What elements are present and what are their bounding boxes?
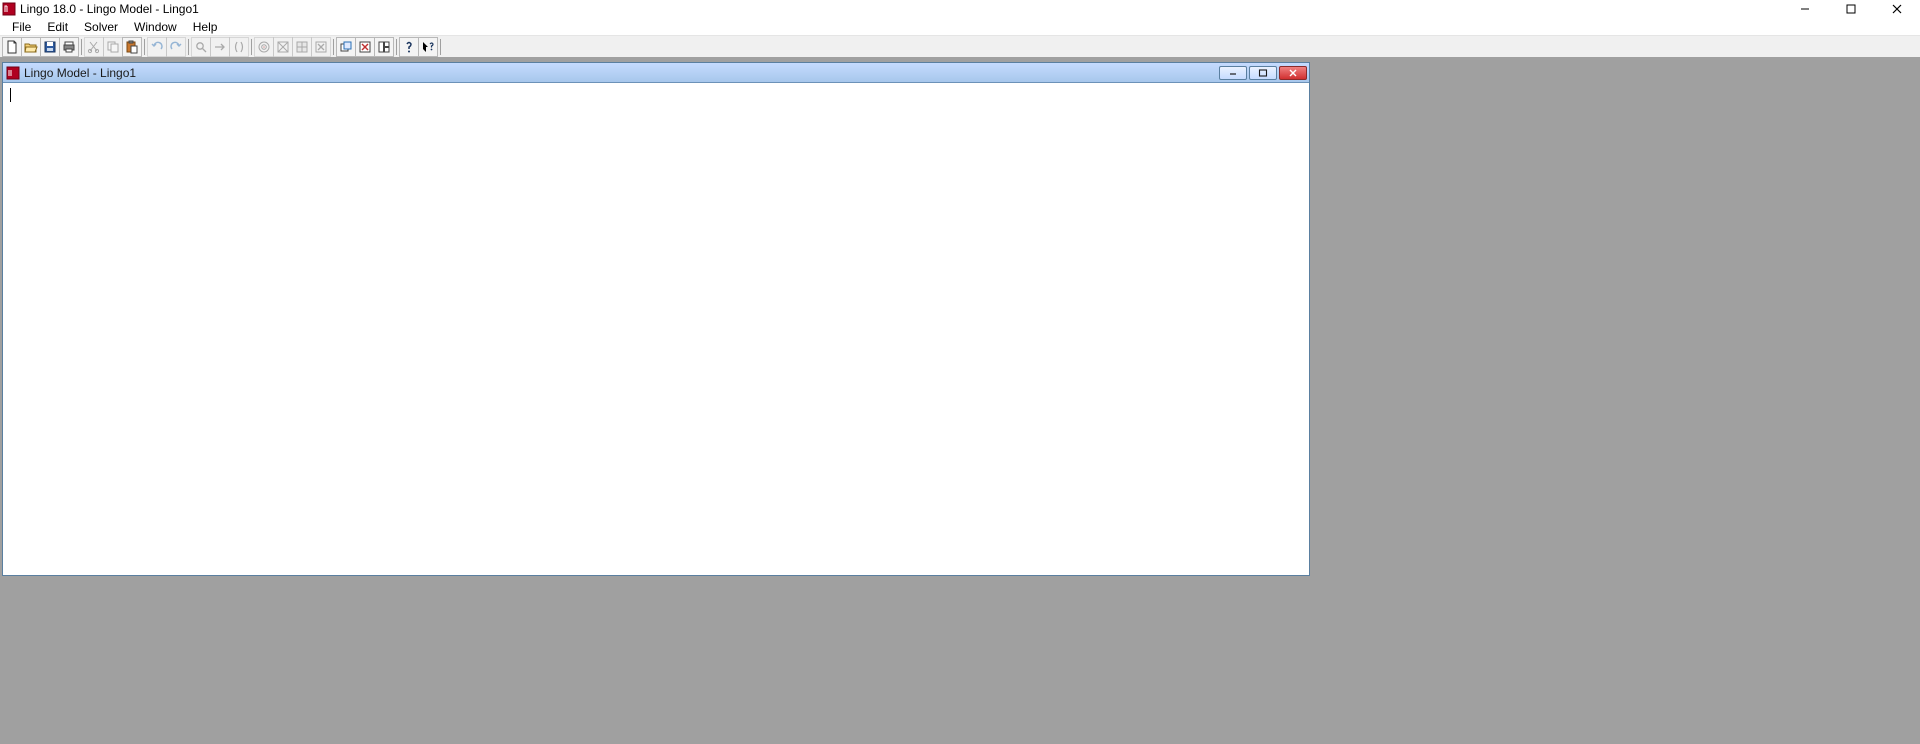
- close-all-icon: [358, 40, 372, 54]
- goto-button[interactable]: [210, 37, 230, 57]
- child-title: Lingo Model - Lingo1: [24, 66, 136, 80]
- open-icon: [24, 40, 38, 54]
- undo-icon: [150, 40, 164, 54]
- toolbar-separator: [437, 37, 443, 57]
- maximize-button[interactable]: [1828, 0, 1874, 18]
- cut-button[interactable]: [84, 37, 104, 57]
- child-app-icon: [6, 66, 20, 80]
- minimize-button[interactable]: [1782, 0, 1828, 18]
- send-to-back-button[interactable]: [336, 37, 356, 57]
- app-titlebar: Lingo 18.0 - Lingo Model - Lingo1: [0, 0, 1920, 18]
- paren-icon: [232, 40, 246, 54]
- child-minimize-button[interactable]: [1219, 66, 1247, 80]
- cut-icon: [87, 40, 101, 54]
- undo-button[interactable]: [147, 37, 167, 57]
- redo-button[interactable]: [166, 37, 186, 57]
- new-icon: [5, 40, 19, 54]
- toolbar-group-clipboard: [84, 37, 141, 57]
- redo-icon: [169, 40, 183, 54]
- mdi-client-area: Lingo Model - Lingo1: [0, 58, 1920, 744]
- text-caret: [10, 88, 11, 102]
- print-button[interactable]: [59, 37, 79, 57]
- model-editor[interactable]: [4, 84, 1308, 574]
- save-button[interactable]: [40, 37, 60, 57]
- matrix-button[interactable]: [292, 37, 312, 57]
- menu-edit[interactable]: Edit: [39, 19, 76, 35]
- solve-button[interactable]: [254, 37, 274, 57]
- menu-file[interactable]: File: [4, 19, 39, 35]
- context-help-icon: [421, 40, 435, 54]
- toolbar-group-undo: [147, 37, 185, 57]
- context-help-button[interactable]: [418, 37, 438, 57]
- cross-box-icon: [276, 40, 290, 54]
- toolbar-group-file: [2, 37, 78, 57]
- toolbar: [0, 36, 1920, 58]
- copy-icon: [106, 40, 120, 54]
- menu-solver[interactable]: Solver: [76, 19, 126, 35]
- solution-button[interactable]: [273, 37, 293, 57]
- app-title: Lingo 18.0 - Lingo Model - Lingo1: [20, 2, 199, 16]
- toolbar-group-solve: [254, 37, 330, 57]
- help-icon: [402, 40, 416, 54]
- child-titlebar[interactable]: Lingo Model - Lingo1: [3, 63, 1309, 83]
- copy-button[interactable]: [103, 37, 123, 57]
- toolbar-group-help: [399, 37, 437, 57]
- match-paren-button[interactable]: [229, 37, 249, 57]
- goto-icon: [213, 40, 227, 54]
- menu-window[interactable]: Window: [126, 19, 185, 35]
- toolbar-group-window: [336, 37, 393, 57]
- child-maximize-button[interactable]: [1249, 66, 1277, 80]
- close-all-button[interactable]: [355, 37, 375, 57]
- tile-button[interactable]: [374, 37, 394, 57]
- close-button[interactable]: [1874, 0, 1920, 18]
- x-box-icon: [314, 40, 328, 54]
- app-icon: [2, 2, 16, 16]
- help-button[interactable]: [399, 37, 419, 57]
- child-window: Lingo Model - Lingo1: [2, 62, 1310, 576]
- target-icon: [257, 40, 271, 54]
- menu-help[interactable]: Help: [185, 19, 226, 35]
- print-icon: [62, 40, 76, 54]
- paste-button[interactable]: [122, 37, 142, 57]
- tile-icon: [377, 40, 391, 54]
- save-icon: [43, 40, 57, 54]
- options-button[interactable]: [311, 37, 331, 57]
- new-button[interactable]: [2, 37, 22, 57]
- child-close-button[interactable]: [1279, 66, 1307, 80]
- menu-bar: File Edit Solver Window Help: [0, 18, 1920, 36]
- find-icon: [194, 40, 208, 54]
- toolbar-group-find: [191, 37, 248, 57]
- send-back-icon: [339, 40, 353, 54]
- grid-icon: [295, 40, 309, 54]
- find-button[interactable]: [191, 37, 211, 57]
- paste-icon: [125, 40, 139, 54]
- open-button[interactable]: [21, 37, 41, 57]
